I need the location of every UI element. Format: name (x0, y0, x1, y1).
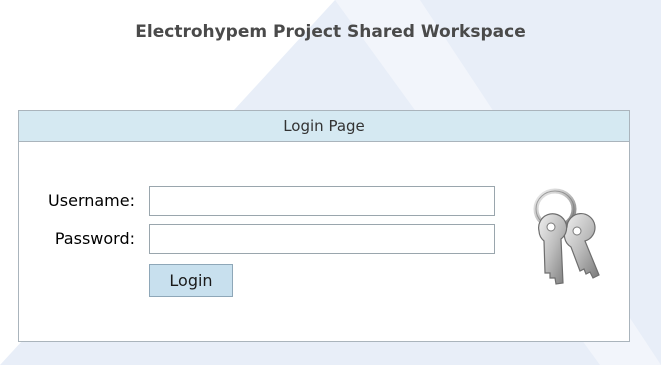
username-input[interactable] (149, 186, 495, 216)
password-label: Password: (54, 229, 135, 248)
username-label: Username: (48, 191, 135, 210)
login-button[interactable]: Login (149, 264, 233, 297)
username-row: Username: (19, 186, 519, 216)
password-row: Password: (19, 224, 519, 254)
login-panel: Login Page Username: Password: Login (18, 110, 630, 342)
page-title: Electrohypem Project Shared Workspace (135, 22, 526, 42)
keys-icon (533, 188, 600, 285)
login-panel-header: Login Page (19, 111, 629, 142)
password-input[interactable] (149, 224, 495, 254)
